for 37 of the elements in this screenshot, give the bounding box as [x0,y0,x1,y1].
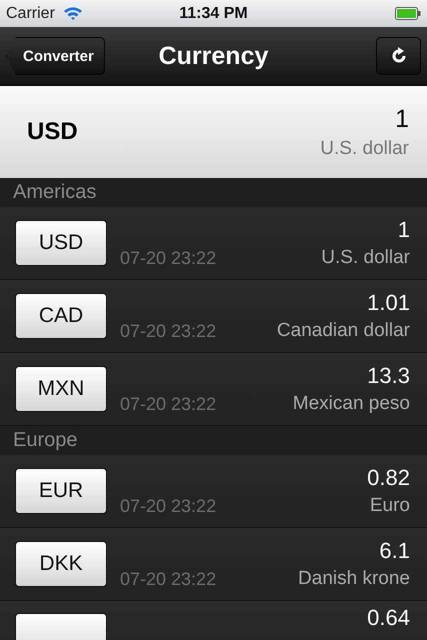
back-button[interactable]: Converter [6,37,105,75]
currency-row[interactable]: MXN 07-20 23:22 13.3 Mexican peso [0,353,427,426]
clock-time: 11:34 PM [179,4,248,22]
currency-row[interactable]: DKK 07-20 23:22 6.1 Danish krone [0,528,427,601]
currency-row[interactable]: 0.64 [0,601,427,640]
update-time: 07-20 23:22 [120,496,216,517]
amount: 6.1 [379,538,410,564]
currency-code: USD [27,118,78,146]
currency-code-button[interactable]: MXN [15,366,107,412]
currency-code-button[interactable]: USD [15,220,107,266]
update-time: 07-20 23:22 [120,394,216,415]
refresh-button[interactable] [376,37,421,75]
currency-name: Euro [370,495,410,517]
wifi-icon [62,6,83,21]
currency-name: Mexican peso [292,393,410,415]
amount: 0.64 [367,605,410,631]
currency-name: Canadian dollar [276,320,410,342]
amount: 0.82 [367,465,410,491]
update-time: 07-20 23:22 [120,569,216,590]
screen-title: Currency [158,42,268,70]
amount: 1.01 [367,290,410,316]
update-time: 07-20 23:22 [120,248,216,269]
amount: 1 [398,217,410,243]
currency-code-button[interactable]: CAD [15,293,107,339]
currency-code-button[interactable]: EUR [15,468,107,514]
currency-name: U.S. dollar [320,138,409,160]
carrier-label: Carrier [6,4,55,22]
amount: 1 [395,104,409,134]
currency-name: Danish krone [298,568,410,590]
currency-code-button[interactable]: DKK [15,541,107,587]
battery-icon [395,7,421,20]
currency-name: U.S. dollar [321,247,410,269]
amount: 13.3 [367,363,410,389]
currency-row[interactable]: EUR 07-20 23:22 0.82 Euro [0,455,427,528]
currency-row[interactable]: USD 07-20 23:22 1 U.S. dollar [0,207,427,280]
update-time: 07-20 23:22 [120,321,216,342]
currency-row[interactable]: CAD 07-20 23:22 1.01 Canadian dollar [0,280,427,353]
